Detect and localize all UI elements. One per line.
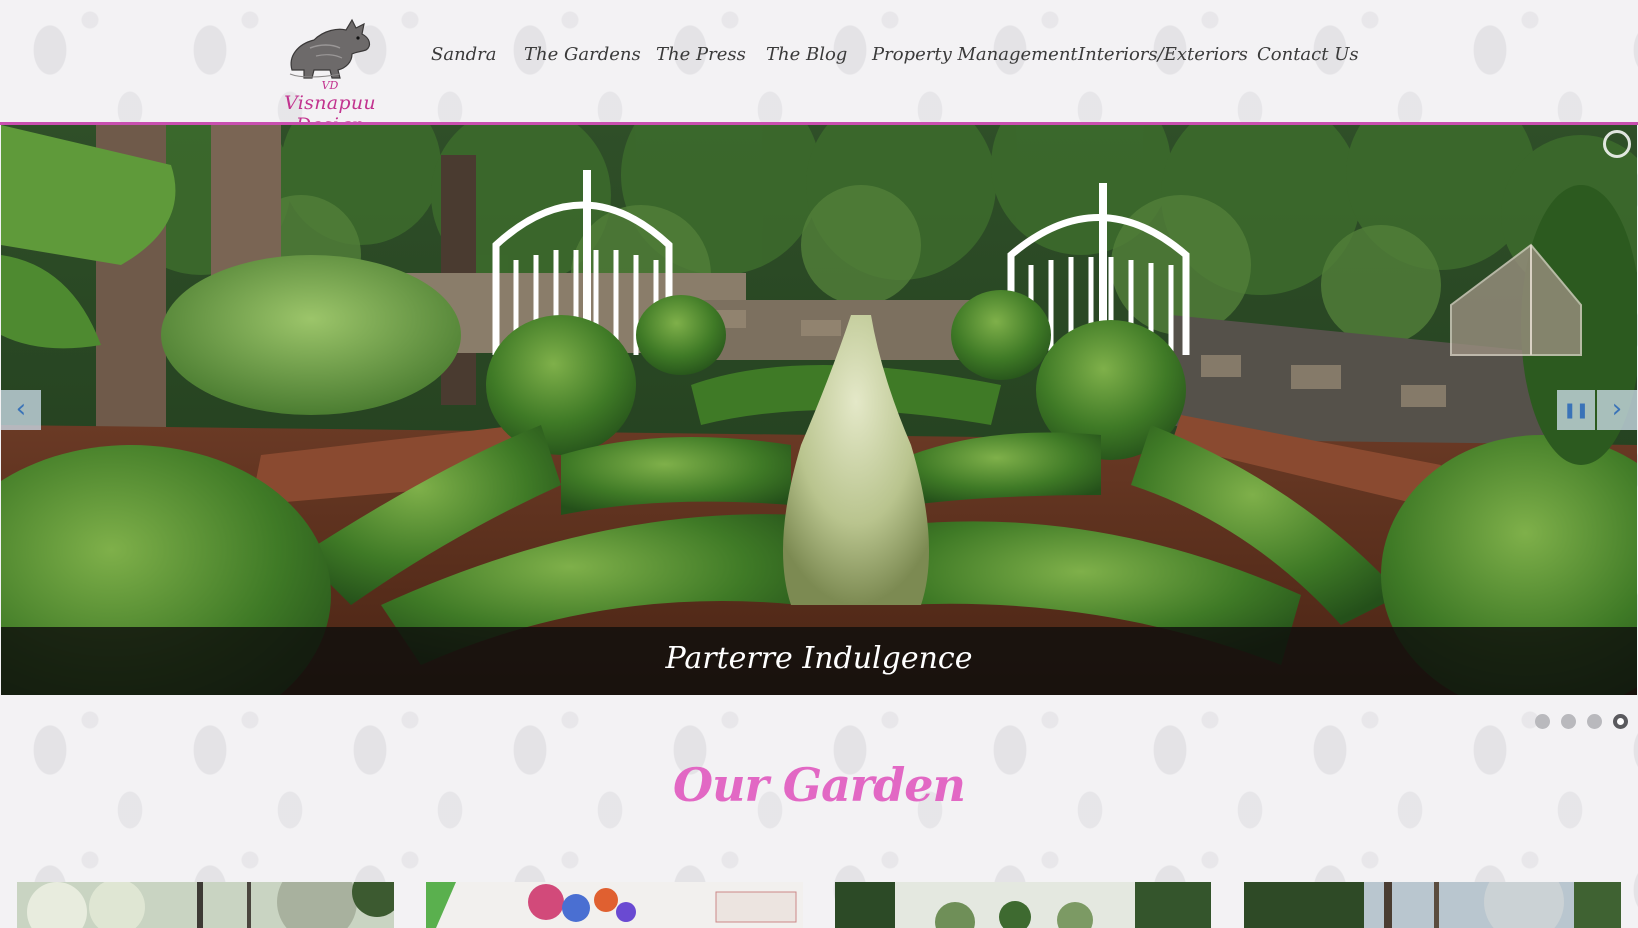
slider-dot-3[interactable] (1587, 714, 1602, 729)
slider-dot-1[interactable] (1535, 714, 1550, 729)
chevron-right-icon: › (1611, 394, 1623, 424)
slide-caption-bar: Parterre Indulgence (1, 627, 1637, 695)
nav-item-interiors-exteriors[interactable]: Interiors/Exteriors (1078, 44, 1248, 65)
gallery-row (0, 882, 1638, 928)
slider-pause-button[interactable]: ❚❚ (1557, 390, 1595, 430)
chevron-left-icon: ‹ (15, 394, 27, 424)
loading-ring-icon (1603, 130, 1631, 158)
nav-item-property-management[interactable]: Property Management (872, 44, 1078, 65)
site-header: VD Visnapuu Design Sandra The Gardens Th… (0, 0, 1638, 136)
nav-item-contact-us[interactable]: Contact Us (1257, 44, 1359, 65)
nav-item-sandra[interactable]: Sandra (431, 44, 497, 65)
nav-item-the-gardens[interactable]: The Gardens (524, 44, 641, 65)
hero-slider[interactable]: ‹ ❚❚ › Parterre Indulgence (1, 125, 1637, 695)
section-title-our-garden: Our Garden (673, 758, 966, 812)
slider-next-button[interactable]: › (1597, 390, 1637, 430)
gallery-thumb-flowering-trees[interactable] (17, 882, 394, 928)
slider-prev-button[interactable]: ‹ (1, 390, 41, 430)
pause-icon: ❚❚ (1563, 401, 1589, 419)
boar-logo-icon (289, 18, 371, 79)
nav-item-the-blog[interactable]: The Blog (766, 44, 847, 65)
gallery-thumb-painting[interactable] (426, 882, 803, 928)
gallery-image-painting (426, 882, 803, 928)
slide-image-parterre-garden (1, 125, 1637, 695)
logo-monogram: VD (321, 79, 339, 92)
slide-caption: Parterre Indulgence (665, 641, 973, 676)
gallery-thumb-garden-path[interactable] (835, 882, 1211, 928)
gallery-image-woodland (1244, 882, 1621, 928)
site-logo[interactable]: VD Visnapuu Design (250, 8, 410, 136)
slider-dot-4[interactable] (1613, 714, 1628, 729)
gallery-thumb-woodland[interactable] (1244, 882, 1621, 928)
slider-dot-2[interactable] (1561, 714, 1576, 729)
gallery-image-garden-path (835, 882, 1211, 928)
gallery-image-flowering-trees (17, 882, 394, 928)
nav-item-the-press[interactable]: The Press (656, 44, 746, 65)
